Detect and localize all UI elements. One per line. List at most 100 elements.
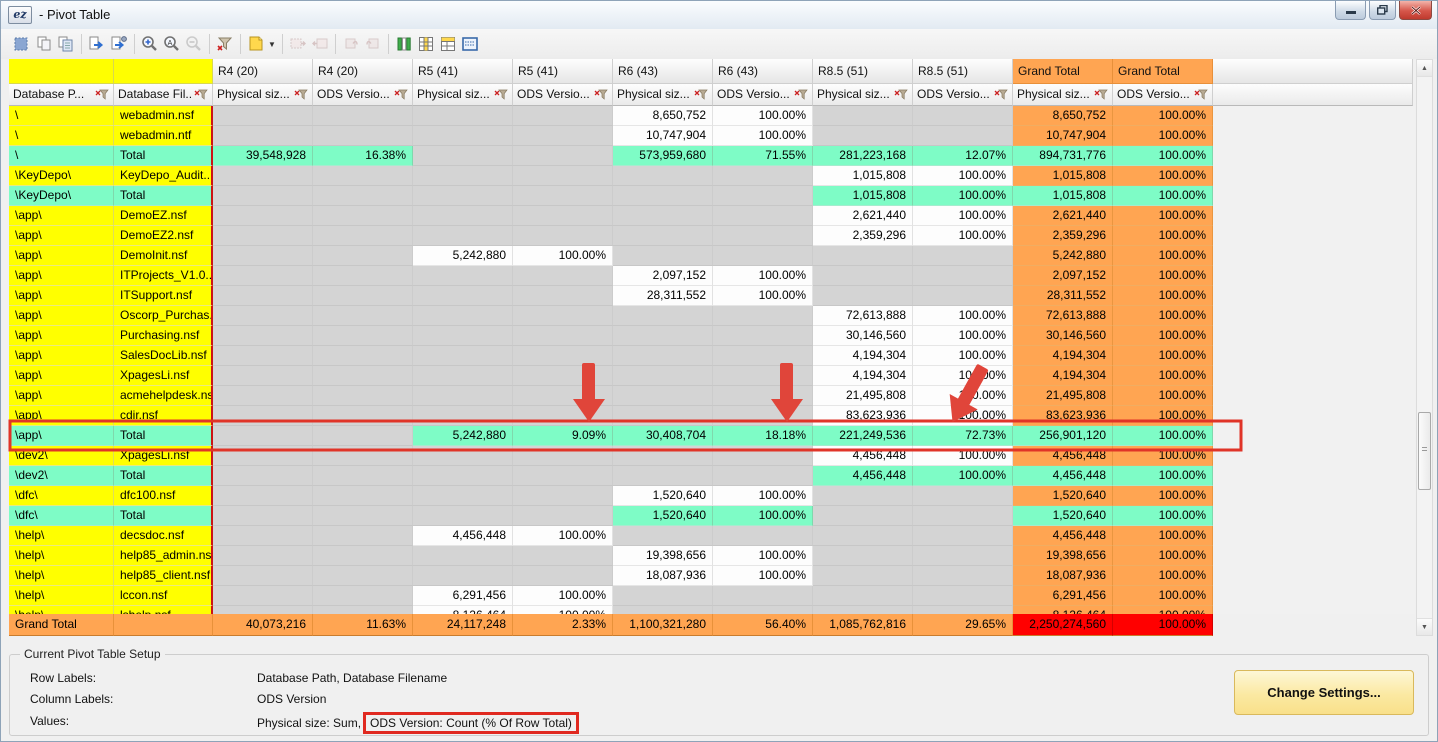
cell-value[interactable]: [813, 486, 913, 506]
cell-value[interactable]: 100.00%: [1113, 506, 1213, 526]
cell-value[interactable]: [913, 486, 1013, 506]
cell-value[interactable]: [613, 326, 713, 346]
cell-value[interactable]: [313, 126, 413, 146]
cell-value[interactable]: 100.00%: [1113, 126, 1213, 146]
cell-value[interactable]: 6,291,456: [1013, 586, 1113, 606]
cell-value[interactable]: [913, 506, 1013, 526]
cell-file[interactable]: DemoEZ.nsf: [114, 206, 213, 226]
cell-value[interactable]: 1,015,808: [813, 186, 913, 206]
cell-path[interactable]: \app\: [9, 246, 114, 266]
zoom-font-icon[interactable]: A: [161, 33, 183, 55]
cell-value[interactable]: [313, 326, 413, 346]
cell-value[interactable]: [613, 606, 713, 614]
scroll-down-button[interactable]: ▼: [1417, 618, 1432, 635]
cell-value[interactable]: [713, 606, 813, 614]
cell-value[interactable]: 4,194,304: [813, 366, 913, 386]
cell-value[interactable]: [313, 566, 413, 586]
cell-value[interactable]: 100.00%: [1113, 566, 1213, 586]
cell-file[interactable]: DemoInit.nsf: [114, 246, 213, 266]
cell-file[interactable]: SalesDocLib.nsf: [114, 346, 213, 366]
cell-value[interactable]: [713, 346, 813, 366]
cell-path[interactable]: \app\: [9, 326, 114, 346]
cell-value[interactable]: 100.00%: [1113, 346, 1213, 366]
cell-value[interactable]: [213, 366, 313, 386]
cell-value[interactable]: [613, 346, 713, 366]
column-header-5[interactable]: ODS Versio...: [513, 84, 613, 106]
cell-value[interactable]: 100.00%: [1113, 326, 1213, 346]
cell-value[interactable]: [413, 266, 513, 286]
filter-icon[interactable]: [491, 89, 508, 100]
cell-file[interactable]: Total: [114, 146, 213, 166]
cell-value[interactable]: [413, 146, 513, 166]
cell-file[interactable]: webadmin.ntf: [114, 126, 213, 146]
filter-icon[interactable]: [214, 33, 236, 55]
cell-value[interactable]: [813, 506, 913, 526]
cell-value[interactable]: 30,408,704: [613, 426, 713, 446]
cell-value[interactable]: 2,621,440: [1013, 206, 1113, 226]
copy-append-icon[interactable]: [55, 33, 77, 55]
cell-file[interactable]: XpagesLi.nsf: [114, 366, 213, 386]
cell-value[interactable]: [213, 566, 313, 586]
cell-value[interactable]: 72.73%: [913, 426, 1013, 446]
cell-value[interactable]: 16.38%: [313, 146, 413, 166]
cell-value[interactable]: 18.18%: [713, 426, 813, 446]
cell-value[interactable]: 19,398,656: [613, 546, 713, 566]
cell-path[interactable]: \app\: [9, 306, 114, 326]
cell-path[interactable]: \dev2\: [9, 446, 114, 466]
cell-value[interactable]: [913, 266, 1013, 286]
column-header-4[interactable]: Physical siz...: [413, 84, 513, 106]
cell-value[interactable]: 100.00%: [913, 466, 1013, 486]
cell-value[interactable]: [413, 186, 513, 206]
cell-value[interactable]: [313, 606, 413, 614]
cell-value[interactable]: [513, 126, 613, 146]
cell-value[interactable]: 100.00%: [913, 206, 1013, 226]
cell-value[interactable]: [513, 146, 613, 166]
cell-value[interactable]: [613, 366, 713, 386]
cell-value[interactable]: [513, 406, 613, 426]
filter-icon[interactable]: [791, 89, 808, 100]
cell-value[interactable]: [813, 606, 913, 614]
cell-value[interactable]: 8,650,752: [613, 106, 713, 126]
group-header-r5-41-[interactable]: R5 (41): [513, 59, 613, 84]
cell-file[interactable]: DemoEZ2.nsf: [114, 226, 213, 246]
cell-value[interactable]: 83,623,936: [813, 406, 913, 426]
cell-value[interactable]: 100.00%: [1113, 406, 1213, 426]
cell-value[interactable]: 100.00%: [1113, 146, 1213, 166]
cell-value[interactable]: [413, 386, 513, 406]
cell-value[interactable]: 1,520,640: [1013, 506, 1113, 526]
cell-value[interactable]: 100.00%: [1113, 246, 1213, 266]
cell-value[interactable]: 1,015,808: [813, 166, 913, 186]
cell-file[interactable]: help85_client.nsf: [114, 566, 213, 586]
cell-value[interactable]: 100.00%: [513, 526, 613, 546]
cell-value[interactable]: 4,194,304: [1013, 346, 1113, 366]
cell-value[interactable]: 100.00%: [1113, 606, 1213, 614]
cell-value[interactable]: 4,456,448: [1013, 446, 1113, 466]
column-chart-icon[interactable]: [393, 33, 415, 55]
cell-value[interactable]: 100.00%: [1113, 466, 1213, 486]
cell-value[interactable]: [413, 306, 513, 326]
cell-value[interactable]: [313, 386, 413, 406]
cell-value[interactable]: [213, 406, 313, 426]
cell-value[interactable]: 100.00%: [913, 446, 1013, 466]
cell-value[interactable]: 83,623,936: [1013, 406, 1113, 426]
cell-file[interactable]: lshelp.nsf: [114, 606, 213, 614]
cell-value[interactable]: 18,087,936: [613, 566, 713, 586]
cell-value[interactable]: 4,456,448: [413, 526, 513, 546]
cell-value[interactable]: [513, 326, 613, 346]
scrollbar-thumb[interactable]: [1418, 412, 1431, 490]
cell-file[interactable]: dfc100.nsf: [114, 486, 213, 506]
cell-value[interactable]: [313, 366, 413, 386]
cell-value[interactable]: 4,194,304: [813, 346, 913, 366]
cell-value[interactable]: [213, 126, 313, 146]
cell-value[interactable]: 39,548,928: [213, 146, 313, 166]
cell-value[interactable]: 894,731,776: [1013, 146, 1113, 166]
filter-icon[interactable]: [991, 89, 1008, 100]
cell-value[interactable]: [613, 206, 713, 226]
cell-value[interactable]: [513, 446, 613, 466]
cell-path[interactable]: \dfc\: [9, 486, 114, 506]
cell-value[interactable]: [313, 426, 413, 446]
filter-icon[interactable]: [191, 89, 208, 100]
cell-value[interactable]: [313, 106, 413, 126]
cell-value[interactable]: 21,495,808: [813, 386, 913, 406]
cell-value[interactable]: [313, 446, 413, 466]
